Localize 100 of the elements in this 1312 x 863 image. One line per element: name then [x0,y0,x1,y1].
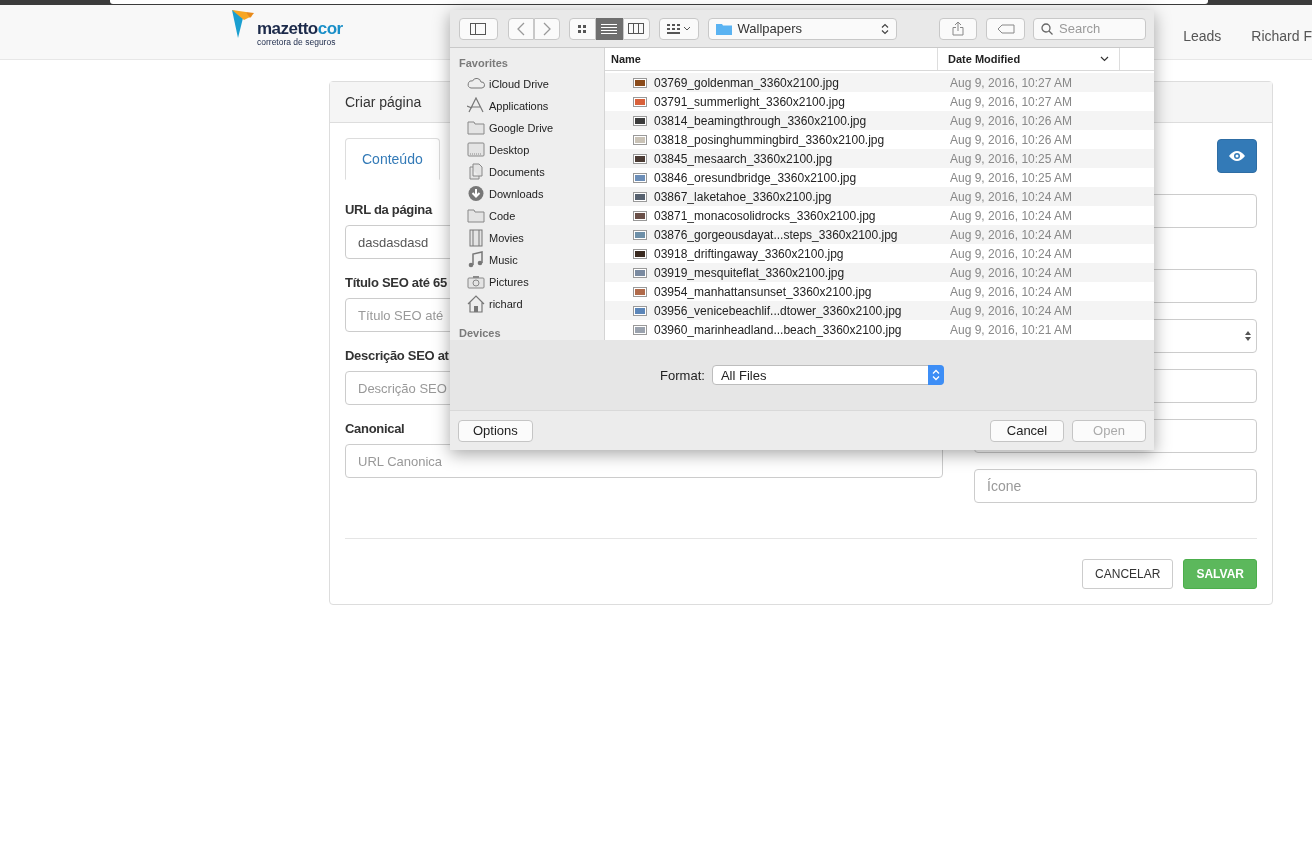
sidebar-item[interactable]: Desktop [459,139,604,161]
search-icon [1041,22,1053,35]
column-view-icon [628,22,645,35]
file-name[interactable]: 03919_mesquiteflat_3360x2100.jpg [605,265,938,280]
logo-wordmark: mazettocor [257,19,343,38]
sidebar-item[interactable]: richard [459,293,604,315]
folder-icon [467,119,485,137]
up-down-arrows-icon [1244,330,1252,342]
file-name[interactable]: 03960_marinheadland...beach_3360x2100.jpg [605,322,938,337]
sidebar-item[interactable]: Music [459,249,604,271]
column-header[interactable]: Name [605,48,938,70]
sidebar-item[interactable]: Downloads [459,183,604,205]
chevron-down-icon [1100,56,1109,62]
view-mode-button[interactable] [622,17,650,40]
file-date: Aug 9, 2016, 10:24 AM [949,303,1073,318]
file-name[interactable]: 03954_manhattansunset_3360x2100.jpg [605,284,938,299]
image-thumbnail-icon [633,191,647,202]
image-thumbnail-icon [633,96,647,107]
sidebar-item[interactable]: Movies [459,227,604,249]
film-icon [467,229,485,247]
dialog-button[interactable]: Cancel [990,419,1064,442]
eye-icon [1229,150,1245,162]
preview-button[interactable] [1217,139,1257,173]
file-date: Aug 9, 2016, 10:25 AM [949,170,1073,185]
file-name[interactable]: 03818_posinghummingbird_3360x2100.jpg [605,132,938,147]
image-thumbnail-icon [633,77,647,88]
desktop-icon [467,141,485,159]
dialog-button[interactable]: Options [458,419,533,442]
chevron-left-icon [516,21,525,36]
file-name[interactable]: 03845_mesaarch_3360x2100.jpg [605,151,938,166]
chevron-right-icon [542,21,551,36]
tag-icon [996,23,1015,34]
location-popup[interactable]: Wallpapers [707,17,898,40]
file-name[interactable]: 03846_oresundbridge_3360x2100.jpg [605,170,938,185]
nav-link[interactable]: Richard F [1251,28,1312,44]
sidebar-toggle-button[interactable] [459,17,498,40]
file-date: Aug 9, 2016, 10:24 AM [949,189,1073,204]
column-header[interactable]: Date Modified [938,48,1120,70]
download-icon [467,185,485,203]
file-date: Aug 9, 2016, 10:27 AM [949,94,1073,109]
file-date: Aug 9, 2016, 10:24 AM [949,284,1073,299]
file-name[interactable]: 03956_venicebeachlif...dtower_3360x2100.jpg [605,303,938,318]
sidebar-icon [470,22,487,35]
file-date: Aug 9, 2016, 10:26 AM [949,113,1073,128]
sidebar-item[interactable]: iCloud Drive [459,73,604,95]
sidebar-item[interactable]: Code [459,205,604,227]
folder-icon [715,22,732,35]
image-thumbnail-icon [633,305,647,316]
file-date: Aug 9, 2016, 10:25 AM [949,151,1073,166]
bird-logo-icon [232,9,256,38]
share-icon [952,21,965,36]
field-label: URL da página [345,201,432,219]
image-thumbnail-icon [633,210,647,221]
up-down-arrows-icon [931,369,940,381]
field-label: Descrição SEO at [345,347,449,365]
view-mode-button[interactable] [568,17,596,40]
file-name[interactable]: 03876_gorgeousdayat...steps_3360x2100.jpg [605,227,938,242]
image-thumbnail-icon [633,324,647,335]
input-field[interactable]: Ícone [974,469,1257,503]
search-field[interactable]: Search [1033,17,1146,40]
format-dropdown[interactable]: All Files [711,365,944,385]
file-name[interactable]: 03867_laketahoe_3360x2100.jpg [605,189,938,204]
image-thumbnail-icon [633,229,647,240]
image-thumbnail-icon [633,172,647,183]
file-date: Aug 9, 2016, 10:24 AM [949,246,1073,261]
file-name[interactable]: 03769_goldenman_3360x2100.jpg [605,75,938,90]
format-label: Format: [660,367,705,383]
sidebar-item[interactable]: Pictures [459,271,604,293]
sidebar-section-title: Favorites [459,56,509,71]
view-mode-button[interactable] [595,17,623,40]
grid-caret-icon [666,23,691,34]
file-name[interactable]: 03791_summerlight_3360x2100.jpg [605,94,938,109]
file-date: Aug 9, 2016, 10:21 AM [949,322,1073,337]
arrange-button[interactable] [658,17,699,40]
tab[interactable]: Conteúdo [345,138,440,180]
file-name[interactable]: 03814_beamingthrough_3360x2100.jpg [605,113,938,128]
file-name[interactable]: 03918_driftingaway_3360x2100.jpg [605,246,938,261]
grid-view-icon [578,24,587,33]
cancel-button[interactable]: CANCELAR [1082,559,1174,589]
sidebar-item[interactable]: Applications [459,95,604,117]
file-name[interactable]: 03871_monacosolidrocks_3360x2100.jpg [605,208,938,223]
music-note-icon [467,251,485,269]
file-date: Aug 9, 2016, 10:24 AM [949,208,1073,223]
field-label: Título SEO até 65 [345,274,447,292]
camera-icon [467,273,485,291]
house-icon [467,295,485,313]
nav-link[interactable]: Leads [1183,28,1222,44]
logo-tagline: corretora de seguros [257,37,337,47]
documents-icon [467,163,485,181]
sidebar-section-title: Devices [459,326,502,340]
image-thumbnail-icon [633,134,647,145]
list-view-icon [601,22,618,35]
sidebar-item[interactable]: Google Drive [459,117,604,139]
image-thumbnail-icon [633,248,647,259]
up-down-arrows-icon [881,22,890,35]
letter-a-icon [467,97,485,115]
sidebar-item[interactable]: Documents [459,161,604,183]
file-date: Aug 9, 2016, 10:26 AM [949,132,1073,147]
file-date: Aug 9, 2016, 10:24 AM [949,265,1073,280]
image-thumbnail-icon [633,286,647,297]
